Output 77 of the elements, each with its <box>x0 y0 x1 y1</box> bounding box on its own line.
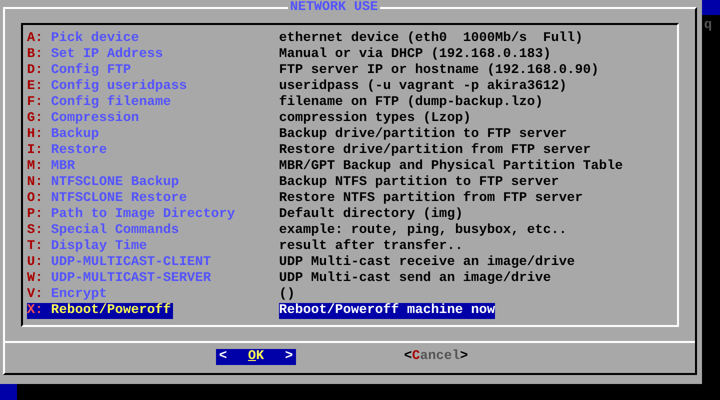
menu-item[interactable]: B: Set IP Address <box>27 47 279 63</box>
hotkey-label: X: <box>27 303 51 319</box>
menu-item-label: Encrypt <box>51 287 107 303</box>
hotkey-label: I: <box>27 143 43 159</box>
menu-item-label: UDP-MULTICAST-SERVER <box>51 271 211 287</box>
hotkey-label: O: <box>27 191 43 207</box>
hotkey-label: D: <box>27 63 43 79</box>
menu-item-label: NTFSCLONE Backup <box>51 175 179 191</box>
hotkey-label: V: <box>27 287 43 303</box>
menu-item-description: () <box>279 287 295 303</box>
menu-item[interactable]: U: UDP-MULTICAST-CLIENT <box>27 255 279 271</box>
hotkey-label: P: <box>27 207 43 223</box>
menu-item-description: FTP server IP or hostname (192.168.0.90) <box>279 63 599 79</box>
menu-item-label: Config FTP <box>51 63 131 79</box>
menu-item-description: ethernet device (eth0 1000Mb/s Full) <box>279 31 583 47</box>
hotkey-label: A: <box>27 31 43 47</box>
menu-item-label: Special Commands <box>51 223 179 239</box>
menu-item[interactable]: A: Pick device <box>27 31 279 47</box>
menu-item-label: Backup <box>51 127 99 143</box>
menu-item[interactable]: F: Config filename <box>27 95 279 111</box>
menu-item-description: Backup drive/partition to FTP server <box>279 127 567 143</box>
menu-item[interactable]: N: NTFSCLONE Backup <box>27 175 279 191</box>
menu-item[interactable]: S: Special Commands <box>27 223 279 239</box>
menu-item-description: Default directory (img) <box>279 207 463 223</box>
menu-item-label: Display Time <box>51 239 147 255</box>
menu-item[interactable]: H: Backup <box>27 127 279 143</box>
hotkey-label: E: <box>27 79 43 95</box>
menu-item-description: Backup NTFS partition to FTP server <box>279 175 559 191</box>
menu-item-label: Config filename <box>51 95 171 111</box>
hotkey-label: B: <box>27 47 43 63</box>
menu-item[interactable]: P: Path to Image Directory <box>27 207 279 223</box>
menu-item-description: UDP Multi-cast receive an image/drive <box>279 255 575 271</box>
hotkey-label: W: <box>27 271 43 287</box>
hotkey-label: N: <box>27 175 43 191</box>
menu-item-description: Manual or via DHCP (192.168.0.183) <box>279 47 551 63</box>
stray-character: q <box>704 18 712 34</box>
menu-item-description: filename on FTP (dump-backup.lzo) <box>279 95 543 111</box>
hotkey-label: H: <box>27 127 43 143</box>
hotkey-label: F: <box>27 95 43 111</box>
ok-button[interactable]: < OK > <box>216 349 296 365</box>
menu-item[interactable]: O: NTFSCLONE Restore <box>27 191 279 207</box>
hotkey-label: M: <box>27 159 43 175</box>
menu-item[interactable]: X: Reboot/Poweroff <box>27 303 279 319</box>
menu-item[interactable]: D: Config FTP <box>27 63 279 79</box>
menu-item-label: MBR <box>51 159 75 175</box>
menu-item-description: UDP Multi-cast send an image/drive <box>279 271 551 287</box>
menu-item-label: Pick device <box>51 31 139 47</box>
menu-item[interactable]: M: MBR <box>27 159 279 175</box>
menu-item-description: result after transfer.. <box>279 239 463 255</box>
hotkey-label: T: <box>27 239 43 255</box>
menu-item-label: Path to Image Directory <box>51 207 235 223</box>
menu-item-description: Reboot/Poweroff machine now <box>279 303 495 319</box>
screen-corner-block <box>702 0 720 15</box>
menu-item[interactable]: I: Restore <box>27 143 279 159</box>
hotkey-label: U: <box>27 255 43 271</box>
menu-item[interactable]: W: UDP-MULTICAST-SERVER <box>27 271 279 287</box>
menu-item-description: Restore drive/partition from FTP server <box>279 143 591 159</box>
menu-item-label: Restore <box>51 143 107 159</box>
menu-item-label: Set IP Address <box>51 47 163 63</box>
menu-item-description: MBR/GPT Backup and Physical Partition Table <box>279 159 623 175</box>
menu-item-label: UDP-MULTICAST-CLIENT <box>51 255 211 271</box>
menu-item[interactable]: G: Compression <box>27 111 279 127</box>
menu-item-label: Reboot/Poweroff <box>51 303 173 319</box>
menu-item[interactable]: E: Config useridpass <box>27 79 279 95</box>
menu-item-label: NTFSCLONE Restore <box>51 191 187 207</box>
menu-item-label: Compression <box>51 111 139 127</box>
menu-item-description: Restore NTFS partition from FTP server <box>279 191 583 207</box>
hotkey-label: S: <box>27 223 43 239</box>
menu-item-description: example: route, ping, busybox, etc.. <box>279 223 567 239</box>
menu-item-description: compression types (Lzop) <box>279 111 471 127</box>
menu-item-label: Config useridpass <box>51 79 187 95</box>
menu-item[interactable]: V: Encrypt <box>27 287 279 303</box>
hotkey-label: G: <box>27 111 43 127</box>
menu-item[interactable]: T: Display Time <box>27 239 279 255</box>
screen-corner-block <box>0 384 17 400</box>
menu-item-description: useridpass (-u vagrant -p akira3612) <box>279 79 567 95</box>
cancel-button[interactable]: <Cancel> <box>404 349 468 365</box>
